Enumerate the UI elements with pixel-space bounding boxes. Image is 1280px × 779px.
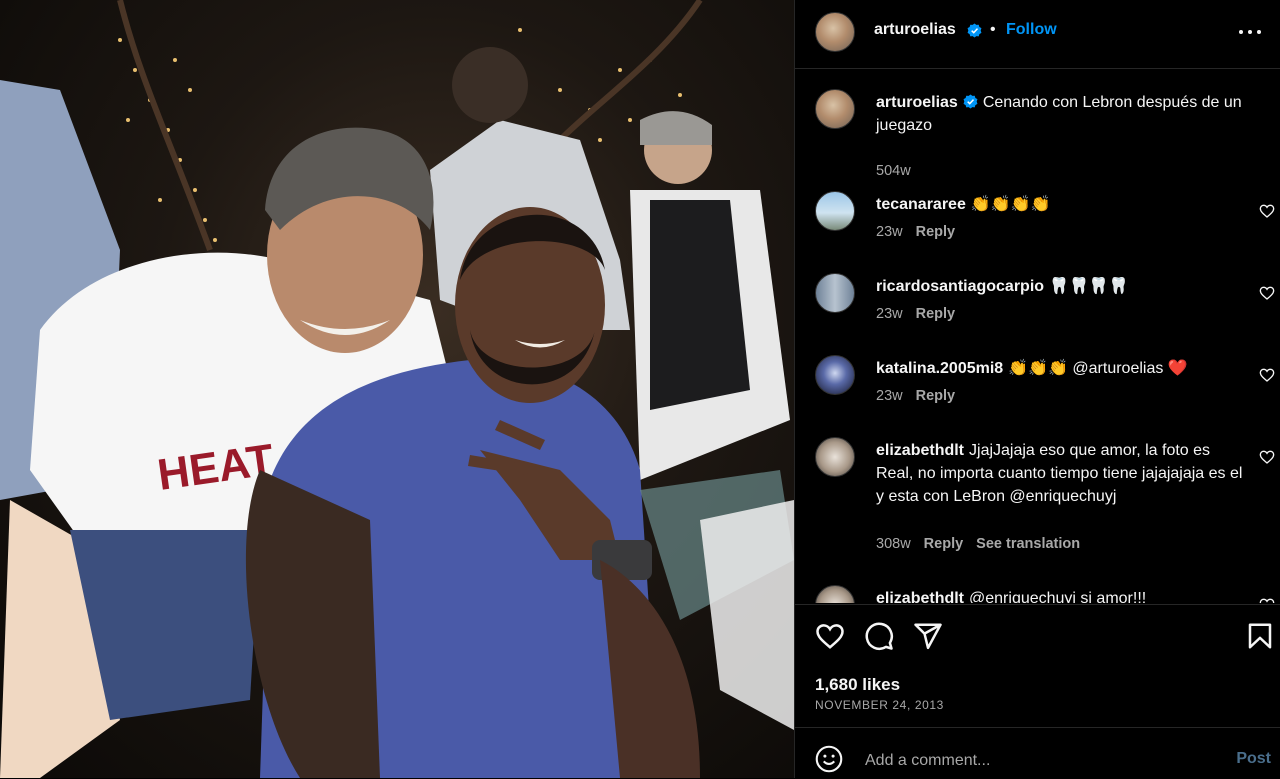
- see-translation-button[interactable]: See translation: [976, 536, 1080, 552]
- post-header: arturoelias • Follow: [795, 0, 1280, 69]
- comment-age[interactable]: 23w: [876, 388, 903, 404]
- comment-body: elizabethdlt JjajJajaja eso que amor, la …: [876, 439, 1251, 508]
- post-actions: 1,680 likes NOVEMBER 24, 2013: [795, 604, 1280, 727]
- comment-bubble-icon[interactable]: [864, 621, 894, 651]
- comment-body: katalina.2005mi8 👏👏👏 @arturoelias ❤️: [876, 357, 1251, 380]
- caption-age[interactable]: 504w: [876, 163, 911, 179]
- comment-body: ricardosantiagocarpio 🦷🦷🦷🦷: [876, 275, 1251, 298]
- like-comment-heart-icon[interactable]: [1259, 597, 1275, 603]
- verified-badge-icon: [963, 94, 978, 109]
- comment-age[interactable]: 23w: [876, 306, 903, 322]
- comment-avatar[interactable]: [815, 437, 855, 477]
- comment-avatar[interactable]: [815, 585, 855, 603]
- comment-age[interactable]: 23w: [876, 224, 903, 240]
- photo-illustration: HEAT: [0, 0, 794, 778]
- comment-body: elizabethdlt @enriquechuyj si amor!!!: [876, 587, 1251, 603]
- reply-button[interactable]: Reply: [924, 536, 964, 552]
- comment-text: 👏👏👏👏: [970, 196, 1051, 213]
- caption-avatar[interactable]: [815, 89, 855, 129]
- verified-badge-icon: [967, 23, 982, 38]
- author-username[interactable]: arturoelias: [874, 21, 956, 39]
- comment-username[interactable]: tecanararee: [876, 196, 966, 213]
- comment-username[interactable]: katalina.2005mi8: [876, 360, 1003, 377]
- like-comment-heart-icon[interactable]: [1259, 285, 1275, 301]
- comment-username[interactable]: elizabethdlt: [876, 590, 964, 603]
- caption-body: arturoelias Cenando con Lebron después de…: [876, 91, 1251, 137]
- comment-avatar[interactable]: [815, 355, 855, 395]
- like-heart-icon[interactable]: [815, 621, 845, 651]
- caption-username[interactable]: arturoelias: [876, 94, 958, 111]
- author-avatar[interactable]: [815, 12, 855, 52]
- reply-button[interactable]: Reply: [916, 306, 956, 322]
- follow-button[interactable]: Follow: [1006, 21, 1057, 39]
- comment-text: @enriquechuyj si amor!!!: [969, 590, 1147, 603]
- add-comment-bar: Post: [795, 727, 1280, 779]
- comment-avatar[interactable]: [815, 273, 855, 313]
- emoji-icon[interactable]: [815, 745, 843, 773]
- post-photo[interactable]: HEAT: [0, 0, 794, 778]
- comment-meta: 23w Reply: [876, 224, 968, 240]
- caption-meta: 504w: [876, 163, 924, 179]
- post-date[interactable]: NOVEMBER 24, 2013: [815, 698, 944, 712]
- comment-meta: 23w Reply: [876, 388, 968, 404]
- like-comment-heart-icon[interactable]: [1259, 203, 1275, 219]
- comment-meta: 23w Reply: [876, 306, 968, 322]
- comment-meta: 308w Reply See translation: [876, 536, 1093, 552]
- comment-body: tecanararee 👏👏👏👏: [876, 193, 1251, 216]
- likes-count[interactable]: 1,680 likes: [815, 675, 900, 695]
- reply-button[interactable]: Reply: [916, 388, 956, 404]
- save-bookmark-icon[interactable]: [1245, 621, 1275, 651]
- comment-avatar[interactable]: [815, 191, 855, 231]
- share-send-icon[interactable]: [913, 621, 943, 651]
- post-comment-button[interactable]: Post: [1236, 750, 1271, 768]
- post-sidebar: arturoelias • Follow arturoelias Cenando …: [794, 0, 1280, 778]
- header-separator: •: [990, 21, 996, 38]
- comments-list[interactable]: arturoelias Cenando con Lebron después de…: [795, 69, 1280, 603]
- comment-text: 👏👏👏 @arturoelias ❤️: [1008, 360, 1188, 377]
- like-comment-heart-icon[interactable]: [1259, 367, 1275, 383]
- more-options-icon[interactable]: [1239, 22, 1261, 42]
- comment-input[interactable]: [863, 748, 1197, 774]
- like-comment-heart-icon[interactable]: [1259, 449, 1275, 465]
- comment-username[interactable]: elizabethdlt: [876, 442, 964, 459]
- comment-text: 🦷🦷🦷🦷: [1049, 278, 1129, 295]
- comment-age[interactable]: 308w: [876, 536, 911, 552]
- reply-button[interactable]: Reply: [916, 224, 956, 240]
- comment-username[interactable]: ricardosantiagocarpio: [876, 278, 1044, 295]
